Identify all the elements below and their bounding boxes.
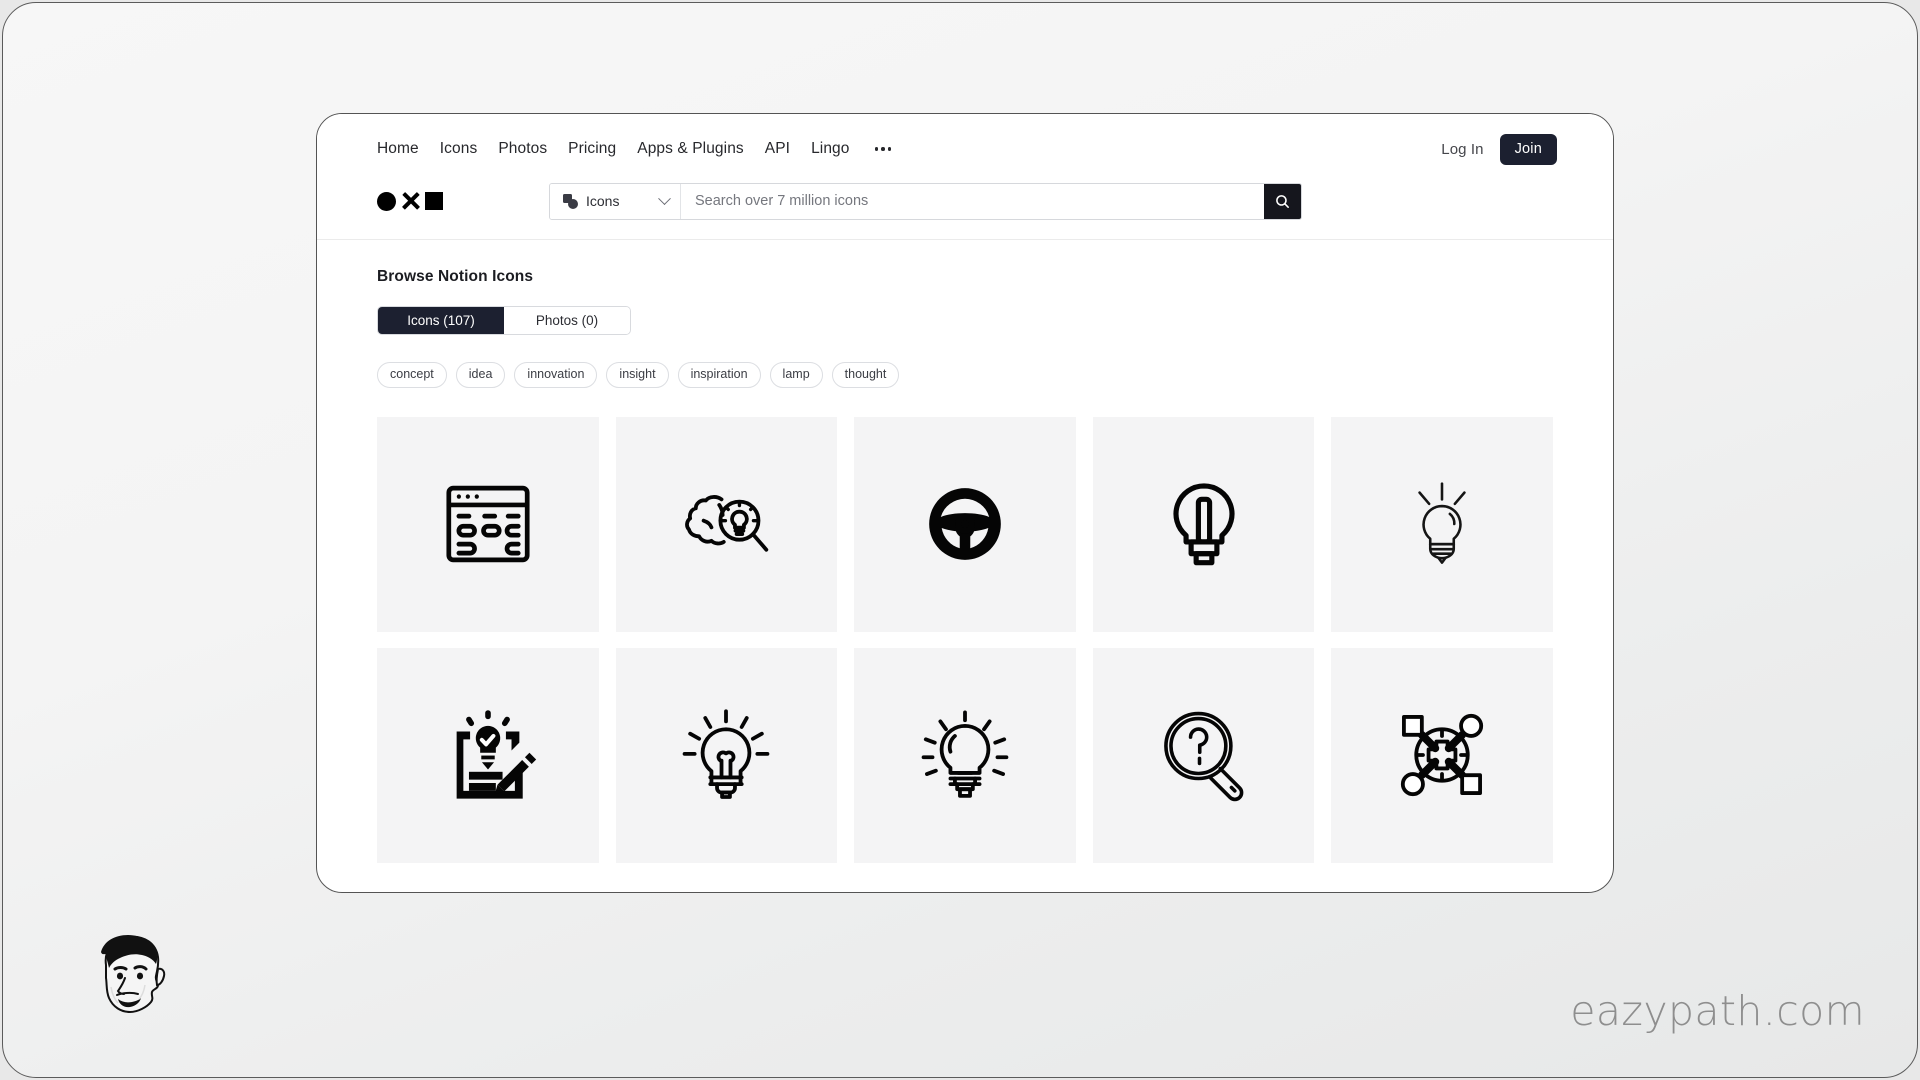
lightbulb-filament-solid-icon — [1173, 483, 1235, 566]
search-type-label: Icons — [586, 193, 620, 209]
account-actions: Log In Join — [1441, 133, 1557, 165]
lightbulb-rays-ridged-icon — [921, 710, 1009, 798]
brain-magnifier-bulb-icon — [685, 495, 769, 552]
nav-link-icons[interactable]: Icons — [440, 141, 478, 157]
site-logo[interactable] — [377, 191, 513, 211]
tag-chip[interactable]: innovation — [514, 362, 598, 388]
tag-chip[interactable]: concept — [377, 362, 447, 388]
icon-tile[interactable] — [1092, 416, 1315, 632]
browser-window-card: Home Icons Photos Pricing Apps & Plugins… — [316, 113, 1614, 893]
search-icon — [1276, 194, 1289, 208]
nav-link-home[interactable]: Home — [377, 141, 419, 157]
nav-link-apps-plugins[interactable]: Apps & Plugins — [637, 141, 744, 157]
nav-links: Home Icons Photos Pricing Apps & Plugins… — [377, 141, 893, 157]
result-type-tabs: Icons (107) Photos (0) — [377, 306, 631, 335]
search-type-select[interactable]: Icons — [550, 183, 681, 219]
network-hub-nodes-icon — [1401, 713, 1484, 797]
login-link[interactable]: Log In — [1441, 141, 1483, 158]
nav-link-api[interactable]: API — [765, 141, 790, 157]
logo-x-icon — [402, 193, 419, 210]
lightbulb-rays-thin-icon — [1418, 482, 1466, 564]
logo-square-icon — [425, 192, 443, 210]
icon-tile[interactable] — [854, 416, 1076, 632]
icon-tile[interactable] — [615, 647, 838, 863]
primary-navigation: Home Icons Photos Pricing Apps & Plugins… — [377, 133, 1557, 165]
nav-link-lingo[interactable]: Lingo — [811, 141, 849, 157]
tab-icons[interactable]: Icons (107) — [378, 307, 504, 334]
join-button[interactable]: Join — [1499, 133, 1557, 165]
chevron-down-icon — [658, 191, 671, 205]
avatar — [75, 925, 181, 1029]
site-header: Home Icons Photos Pricing Apps & Plugins… — [317, 114, 1613, 240]
icon-tile[interactable] — [1092, 647, 1315, 863]
tag-chip[interactable]: inspiration — [677, 362, 761, 388]
page-title: Browse Notion Icons — [377, 268, 534, 285]
browse-content: Browse Notion Icons Icons (107) Photos (… — [317, 240, 1613, 863]
browser-wireframe-icon — [446, 485, 530, 563]
lightbulb-rays-filament-icon — [683, 709, 770, 799]
presentation-canvas: Home Icons Photos Pricing Apps & Plugins… — [2, 2, 1918, 1078]
screenshot-root: Home Icons Photos Pricing Apps & Plugins… — [0, 0, 1920, 1080]
icon-tile[interactable] — [377, 416, 599, 632]
tag-chip[interactable]: thought — [831, 362, 900, 388]
search-submit-button[interactable] — [1264, 183, 1301, 219]
watermark: eazypath.com — [1570, 987, 1865, 1035]
tag-chip[interactable]: insight — [606, 362, 669, 388]
search-input[interactable] — [681, 183, 1264, 219]
icon-tile[interactable] — [854, 647, 1076, 863]
logo-and-search-row: Icons — [377, 176, 1557, 226]
logo-circle-icon — [377, 191, 396, 211]
nav-link-pricing[interactable]: Pricing — [568, 141, 616, 157]
icon-results-grid — [377, 416, 1553, 863]
icon-tile[interactable] — [615, 416, 838, 632]
clipboard-bulb-pencil-icon — [456, 710, 536, 799]
avatar-face-illustration — [101, 935, 166, 1014]
nav-link-photos[interactable]: Photos — [498, 141, 547, 157]
icon-tile[interactable] — [377, 647, 599, 863]
magnifier-question-icon — [1163, 711, 1243, 802]
related-tags: concept idea innovation insight inspirat… — [377, 362, 1553, 388]
search-bar: Icons — [549, 182, 1302, 220]
ellipsis-icon[interactable] — [873, 143, 894, 155]
icon-tile[interactable] — [1331, 647, 1553, 863]
icon-tile[interactable] — [1331, 416, 1553, 632]
shapes-icon — [563, 193, 578, 209]
tag-chip[interactable]: lamp — [769, 362, 823, 388]
tab-photos[interactable]: Photos (0) — [504, 307, 630, 334]
steering-wheel-icon — [929, 488, 1001, 560]
tag-chip[interactable]: idea — [455, 362, 506, 388]
